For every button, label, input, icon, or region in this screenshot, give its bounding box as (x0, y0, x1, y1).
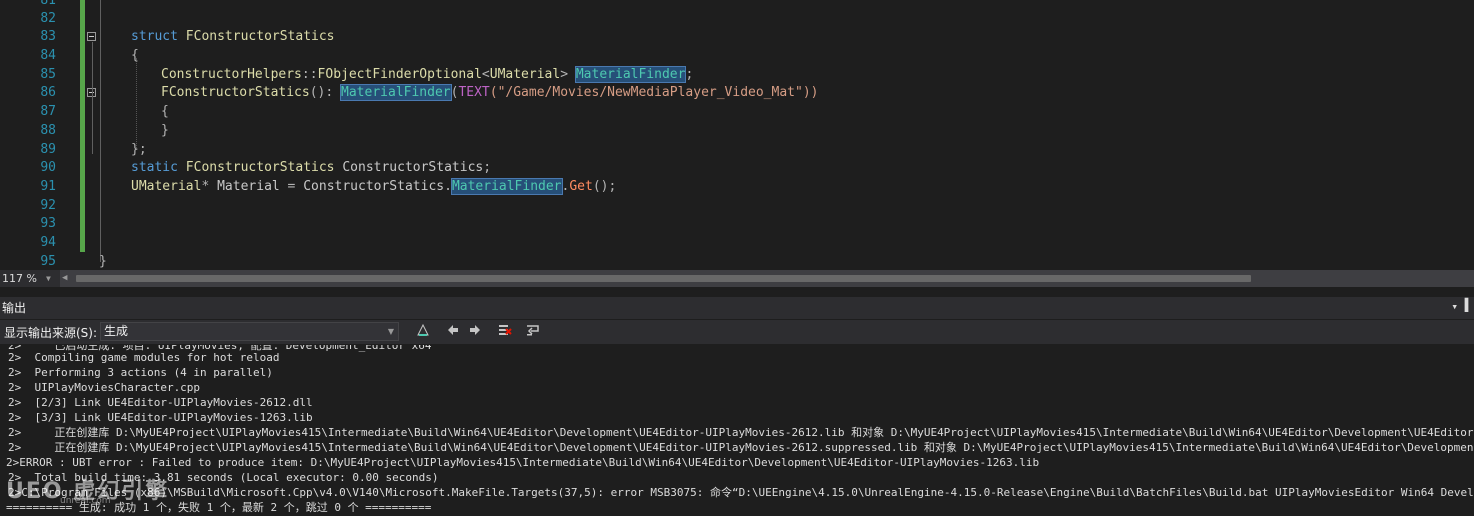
code-line: FConstructorStatics(): MaterialFinder(TE… (161, 83, 818, 102)
indent-guide (100, 0, 101, 262)
collapse-icon[interactable] (87, 32, 96, 41)
keyword: struct (131, 29, 178, 44)
brace: } (161, 123, 169, 138)
brace: } (99, 254, 107, 269)
line-number: 89 (40, 142, 56, 157)
line-number: 93 (40, 216, 56, 231)
operator: = (279, 179, 304, 194)
chevron-down-icon[interactable]: ▼ (46, 270, 51, 287)
change-tracking-bar (80, 0, 85, 252)
line-number: 94 (40, 235, 56, 250)
chevron-down-icon[interactable]: ▼ (388, 323, 394, 340)
identifier: FObjectFinderOptional (317, 67, 482, 82)
identifier: ConstructorHelpers (161, 67, 302, 82)
operator: . (444, 179, 452, 194)
code-line: }; (131, 140, 147, 159)
operator: < (481, 67, 490, 82)
string: ("/Game/Movies/NewMediaPlayer_Video_Mat"… (489, 85, 819, 100)
operator: ; (685, 67, 694, 82)
output-toolbar: 显示输出来源(S): 生成 ▼ (0, 320, 1474, 344)
scrollbar-thumb[interactable] (76, 275, 1251, 282)
keyword: static (131, 160, 178, 175)
panel-title: 输出 (2, 301, 27, 315)
highlighted-identifier: MaterialFinder (340, 84, 452, 101)
output-line: 2> [3/3] Link UE4Editor-UIPlayMovies-126… (8, 411, 313, 424)
clear-all-icon[interactable] (496, 323, 514, 341)
code-line: UMaterial* Material = ConstructorStatics… (131, 177, 616, 196)
identifier: UMaterial (131, 179, 202, 194)
word-wrap-icon[interactable] (524, 323, 542, 341)
line-number: 86 (40, 85, 56, 100)
brace: }; (131, 142, 147, 157)
identifier: ConstructorStatics (342, 160, 484, 175)
identifier: Get (569, 179, 593, 194)
operator: :: (301, 67, 318, 82)
code-editor[interactable]: 81 82 83 84 85 86 87 88 89 90 91 92 93 9… (0, 0, 1474, 270)
close-icon[interactable]: ▌ (1465, 298, 1472, 312)
operator: * (201, 179, 218, 194)
zoom-level: 117 % (2, 272, 37, 285)
line-number: 85 (40, 67, 56, 82)
code-line: { (161, 102, 169, 121)
scroll-left-icon[interactable]: ◀ (62, 270, 67, 287)
operator: (): (309, 85, 342, 100)
output-text-area[interactable]: 2> 已启动生成: 项目: UIPlayMovies, 配置: Developm… (0, 345, 1474, 516)
line-number: 90 (40, 160, 56, 175)
horizontal-scrollbar[interactable]: 117 % ▼ ◀ (0, 270, 1474, 287)
code-line: static FConstructorStatics ConstructorSt… (131, 158, 491, 177)
code-line: ConstructorHelpers::FObjectFinderOptiona… (161, 65, 693, 84)
line-number: 87 (40, 104, 56, 119)
code-line: { (131, 46, 139, 65)
output-line-error: 2>ERROR : UBT error : Failed to produce … (6, 456, 1040, 469)
operator: (); (592, 179, 617, 194)
macro: TEXT (458, 85, 490, 100)
indent-guide (92, 98, 93, 136)
output-line: 2> [2/3] Link UE4Editor-UIPlayMovies-261… (8, 396, 313, 409)
operator: ; (483, 160, 492, 175)
zoom-dropdown[interactable]: 117 % (0, 270, 60, 287)
source-value: 生成 (104, 324, 129, 338)
line-number: 84 (40, 48, 56, 63)
output-line: 2> 正在创建库 D:\MyUE4Project\UIPlayMovies415… (8, 441, 1474, 454)
source-label: 显示输出来源(S): (4, 326, 98, 340)
line-number: 82 (40, 11, 56, 26)
brace: { (161, 104, 169, 119)
next-message-icon[interactable] (466, 323, 484, 341)
output-line: 2> Performing 3 actions (4 in parallel) (8, 366, 273, 379)
code-line: } (161, 121, 169, 140)
output-line-error: 2>C:\Program Files (x86)\MSBuild\Microso… (8, 486, 1474, 499)
identifier: FConstructorStatics (161, 85, 310, 100)
output-line: 2> UIPlayMoviesCharacter.cpp (8, 381, 201, 394)
line-number: 92 (40, 198, 56, 213)
highlighted-identifier: MaterialFinder (450, 178, 563, 195)
identifier: UMaterial (489, 67, 561, 82)
operator: > (560, 67, 569, 82)
highlighted-identifier: MaterialFinder (574, 66, 687, 83)
indent-guide (136, 58, 137, 150)
brace: { (131, 48, 139, 63)
line-number: 83 (40, 29, 56, 44)
identifier: Material (217, 179, 280, 194)
identifier: FConstructorStatics (185, 160, 335, 175)
code-line: } (99, 252, 107, 270)
output-line: 2> 正在创建库 D:\MyUE4Project\UIPlayMovies415… (8, 426, 1474, 439)
line-number: 88 (40, 123, 56, 138)
watermark-url: unreal.com (60, 496, 111, 506)
identifier: ConstructorStatics (303, 179, 445, 194)
previous-message-icon[interactable] (444, 323, 462, 341)
identifier: FConstructorStatics (185, 29, 335, 44)
line-number: 95 (40, 254, 56, 269)
code-line: struct FConstructorStatics (131, 27, 335, 46)
line-number: 91 (40, 179, 56, 194)
find-message-icon[interactable] (414, 323, 432, 341)
output-line: 2> Compiling game modules for hot reload (8, 351, 280, 364)
output-source-select[interactable]: 生成 ▼ (100, 322, 399, 341)
pin-icon[interactable]: ▾ (1451, 300, 1458, 313)
output-panel-header: 输出 ▾ ▌ (0, 297, 1474, 319)
